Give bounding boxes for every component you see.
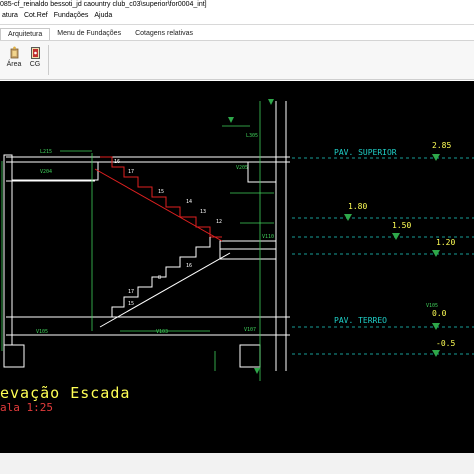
level-value-180: 1.80 — [348, 202, 367, 211]
level-label-terreo: PAV. TERREO — [334, 316, 387, 325]
menu-item-fundacoes[interactable]: Fundações — [54, 10, 89, 22]
tab-arquitetura[interactable]: Arquitetura — [0, 28, 51, 40]
tab-menu-fundacoes[interactable]: Menu de Fundações — [50, 28, 128, 40]
lower-flight — [99, 237, 231, 328]
cg-button[interactable]: CG — [26, 44, 44, 76]
drawing-canvas[interactable]: PAV. SUPERIOR 2.85 1.80 1.50 1.20 PAV. T… — [0, 81, 474, 453]
upper-flight — [94, 156, 223, 242]
ribbon-separator — [48, 45, 49, 75]
step-number: 13 — [200, 209, 206, 215]
menu-item-arquitetura[interactable]: atura — [2, 10, 18, 22]
menu-separator — [0, 24, 474, 25]
menu-item-cot-ref[interactable]: Cot.Ref — [24, 10, 48, 22]
step-number: 16 — [186, 263, 192, 269]
beam-label-v204: V204 — [40, 169, 52, 175]
step-number: 15 — [128, 301, 134, 307]
level-value-neg05: -0.5 — [436, 339, 455, 348]
window-title: 085-cf_reinaldo bessoti_jd caountry club… — [0, 1, 207, 8]
window-title-bar: 085-cf_reinaldo bessoti_jd caountry club… — [0, 0, 474, 10]
slab-label-l215: L215 — [40, 149, 52, 155]
ribbon-tabs: Arquitetura Menu de Fundações Cotagens r… — [0, 28, 474, 40]
step-number: 16 — [114, 159, 120, 165]
level-markers — [344, 154, 440, 357]
level-labels: PAV. SUPERIOR 2.85 1.80 1.50 1.20 PAV. T… — [334, 141, 455, 348]
beam-label-v110: V110 — [262, 234, 274, 240]
slab-label-l305: L305 — [246, 133, 258, 139]
beam-label-v105b: V105 — [426, 303, 438, 309]
tab-cotagens-relativas[interactable]: Cotagens relativas — [128, 28, 200, 40]
level-value-150: 1.50 — [392, 221, 411, 230]
drawing-title: evação Escada — [0, 384, 131, 402]
area-label: Área — [6, 61, 22, 68]
step-numbers: 16 17 15 14 13 12 15 17 8 16 — [114, 159, 222, 307]
cg-icon — [30, 47, 40, 59]
level-label-superior: PAV. SUPERIOR — [334, 148, 397, 157]
step-number: 8 — [158, 275, 161, 281]
beam-label-v107: V107 — [244, 327, 256, 333]
menu-item-ajuda[interactable]: Ajuda — [94, 10, 112, 22]
beam-labels: V204 V205 V105 V103 V107 L305 L215 V105 … — [36, 133, 438, 335]
cg-label: CG — [29, 61, 41, 68]
menu-bar: atura Cot.Ref Fundações Ajuda — [0, 10, 474, 22]
beam-label-v105: V105 — [36, 329, 48, 335]
status-strip — [0, 453, 474, 474]
drawing-scale: ala 1:25 — [0, 401, 53, 414]
step-number: 12 — [216, 219, 222, 225]
level-value-00: 0.0 — [432, 309, 447, 318]
area-button[interactable]: Área — [5, 44, 23, 76]
step-number: 17 — [128, 169, 134, 175]
level-value-285: 2.85 — [432, 141, 451, 150]
beam-label-v103: V103 — [156, 329, 168, 335]
step-number: 15 — [158, 189, 164, 195]
ribbon-panel: Área CG — [0, 40, 474, 80]
area-icon — [10, 46, 18, 59]
step-number: 17 — [128, 289, 134, 295]
beam-label-v205: V205 — [236, 165, 248, 171]
step-number: 14 — [186, 199, 192, 205]
level-value-120: 1.20 — [436, 238, 455, 247]
